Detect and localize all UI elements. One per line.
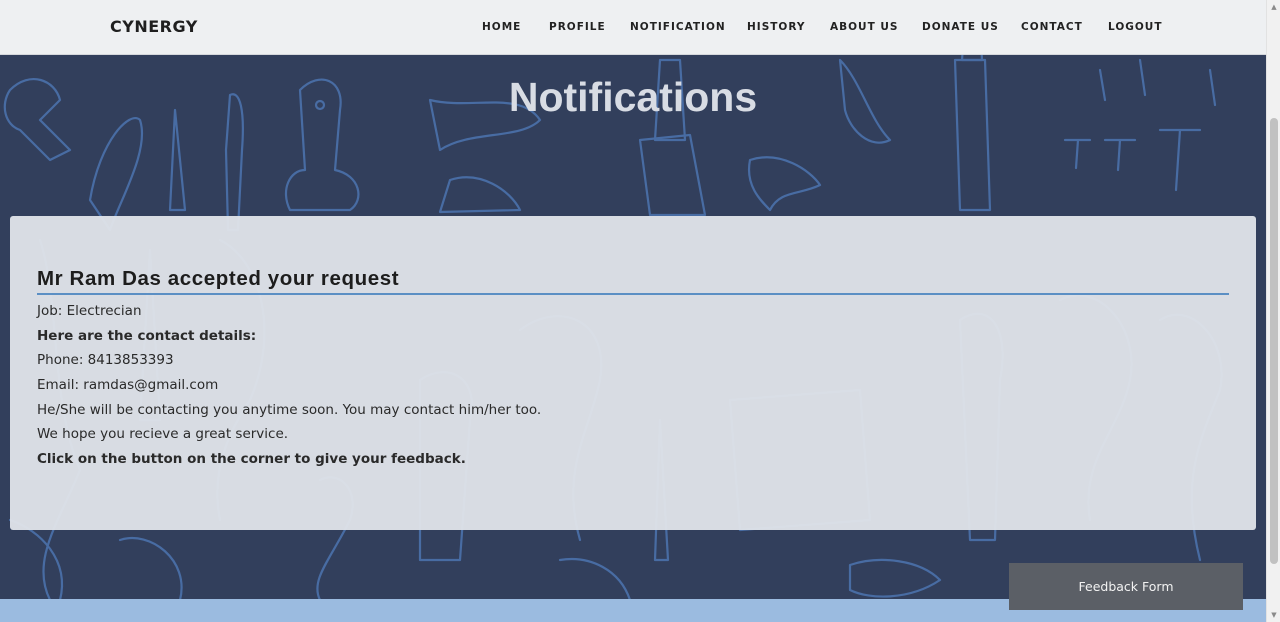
feedback-prompt-text: Click on the button on the corner to giv… <box>37 451 466 467</box>
nav-item-donate-us[interactable]: DONATE US <box>922 21 999 33</box>
scroll-down-arrow-icon[interactable]: ▼ <box>1267 608 1280 622</box>
nav-item-home[interactable]: HOME <box>482 21 521 33</box>
contact-details-header: Here are the contact details: <box>37 328 257 344</box>
heading-divider <box>37 293 1229 295</box>
scroll-up-arrow-icon[interactable]: ▲ <box>1267 0 1280 14</box>
contact-note-text: He/She will be contacting you anytime so… <box>37 402 542 418</box>
nav-item-logout[interactable]: LOGOUT <box>1108 21 1162 33</box>
notification-heading: Mr Ram Das accepted your request <box>37 267 400 290</box>
email-text: Email: ramdas@gmail.com <box>37 377 219 393</box>
notification-card: Mr Ram Das accepted your request Job: El… <box>10 216 1256 530</box>
nav-item-history[interactable]: HISTORY <box>747 21 805 33</box>
scrollbar-thumb[interactable] <box>1270 118 1278 564</box>
phone-text: Phone: 8413853393 <box>37 352 174 368</box>
page-title: Notifications <box>508 74 758 120</box>
page-scrollbar[interactable]: ▲ ▼ <box>1266 0 1280 622</box>
nav-item-about-us[interactable]: ABOUT US <box>830 21 899 33</box>
nav-item-profile[interactable]: PROFILE <box>549 21 606 33</box>
nav-item-notification[interactable]: NOTIFICATION <box>630 21 726 33</box>
top-navbar: CYNERGY HOME PROFILE NOTIFICATION HISTOR… <box>0 0 1266 55</box>
feedback-form-button[interactable]: Feedback Form <box>1009 563 1243 610</box>
nav-menu: HOME PROFILE NOTIFICATION HISTORY ABOUT … <box>0 21 1266 35</box>
service-hope-text: We hope you recieve a great service. <box>37 426 289 442</box>
job-text: Job: Electrecian <box>37 303 142 319</box>
nav-item-contact[interactable]: CONTACT <box>1021 21 1083 33</box>
